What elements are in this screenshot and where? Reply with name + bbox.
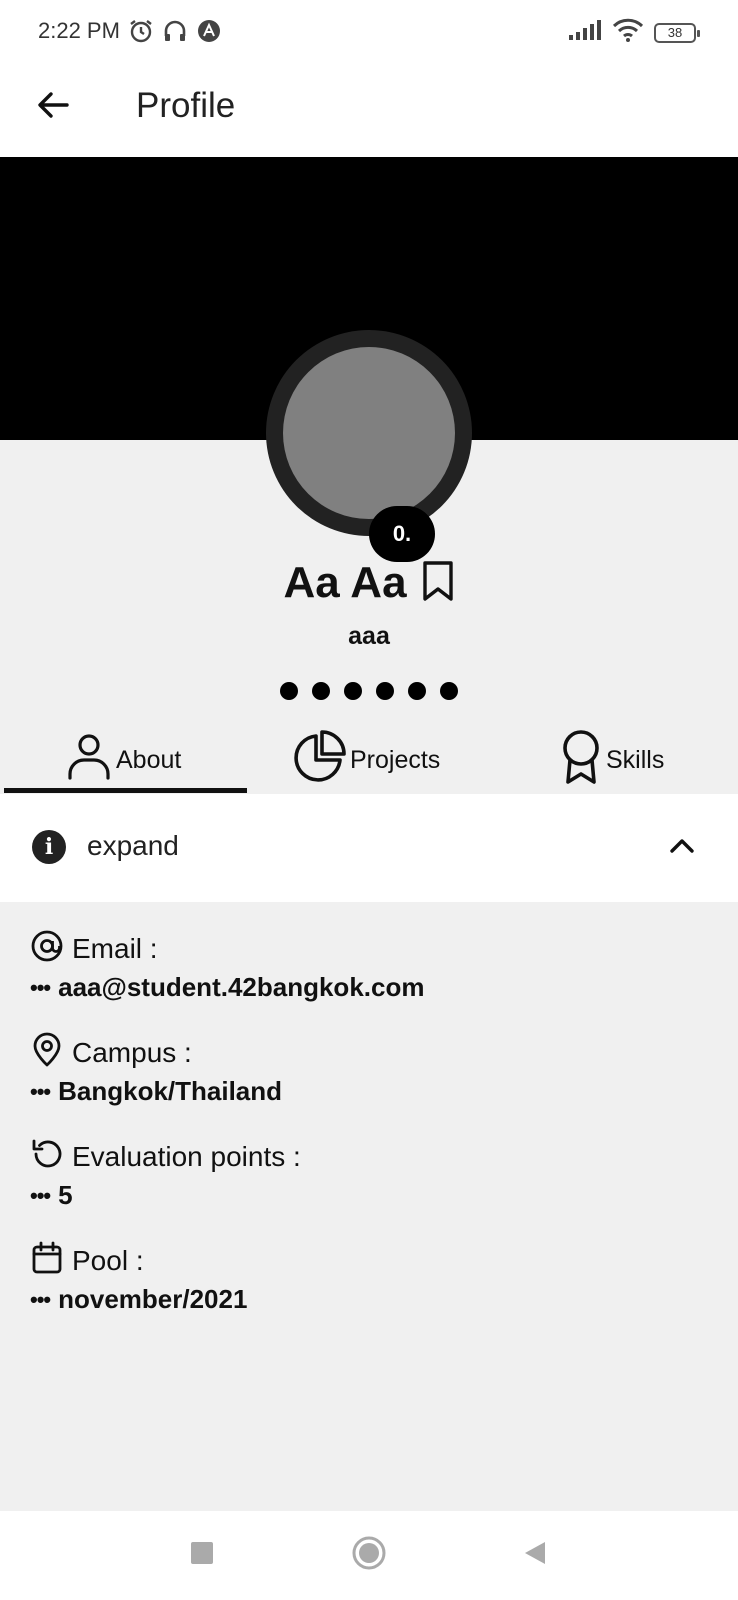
map-pin-icon bbox=[30, 1032, 64, 1075]
tab-about[interactable]: About bbox=[66, 726, 181, 794]
back-icon bbox=[521, 1539, 549, 1572]
dots-indicator bbox=[0, 682, 738, 700]
history-icon bbox=[30, 1137, 64, 1178]
detail-campus: Campus : ••• Bangkok/Thailand bbox=[30, 1032, 720, 1107]
detail-label: Pool : bbox=[72, 1245, 144, 1276]
ellipsis-icon: ••• bbox=[30, 974, 51, 1000]
detail-value: 5 bbox=[58, 1180, 73, 1210]
detail-label: Email : bbox=[72, 933, 158, 964]
recents-icon bbox=[189, 1540, 215, 1571]
tab-bar: About Projects Skills bbox=[0, 726, 738, 794]
level-badge: 0. bbox=[369, 506, 435, 562]
info-icon: i bbox=[32, 830, 66, 864]
status-time: 2:22 PM bbox=[38, 18, 120, 43]
chevron-up-icon[interactable] bbox=[668, 832, 696, 865]
system-nav-bar bbox=[0, 1511, 738, 1600]
home-icon bbox=[351, 1535, 387, 1576]
page-dot bbox=[312, 682, 330, 700]
bookmark-icon[interactable] bbox=[421, 560, 455, 607]
status-bar: 2:22 PM 38 bbox=[0, 0, 738, 64]
display-name: Aa Aa bbox=[283, 558, 407, 607]
home-button[interactable] bbox=[329, 1511, 409, 1600]
tab-skills-label: Skills bbox=[606, 745, 665, 774]
expand-bar[interactable]: i expand bbox=[0, 794, 738, 902]
page-dot bbox=[344, 682, 362, 700]
login-name: aaa bbox=[348, 622, 390, 650]
page-dot bbox=[440, 682, 458, 700]
avatar[interactable] bbox=[283, 347, 455, 519]
detail-email: Email : ••• aaa@student.42bangkok.com bbox=[30, 930, 720, 1003]
recents-button[interactable] bbox=[162, 1511, 242, 1600]
detail-label: Campus : bbox=[72, 1037, 192, 1068]
at-icon bbox=[30, 929, 64, 970]
wifi-icon bbox=[612, 18, 644, 47]
tab-about-label: About bbox=[116, 745, 182, 774]
tab-skills[interactable]: Skills bbox=[560, 726, 664, 794]
user-icon bbox=[66, 732, 112, 789]
award-icon bbox=[560, 728, 602, 793]
nav-back-button[interactable] bbox=[495, 1511, 575, 1600]
page-dot bbox=[376, 682, 394, 700]
page-dot bbox=[280, 682, 298, 700]
detail-label: Evaluation points : bbox=[72, 1141, 301, 1172]
detail-value: Bangkok/Thailand bbox=[58, 1076, 283, 1106]
calendar-icon bbox=[30, 1241, 64, 1282]
arrow-left-icon bbox=[35, 87, 71, 128]
app-bar: Profile bbox=[0, 64, 738, 157]
detail-value: aaa@student.42bangkok.com bbox=[58, 972, 425, 1002]
ellipsis-icon: ••• bbox=[30, 1078, 51, 1104]
tab-indicator bbox=[4, 788, 247, 793]
ellipsis-icon: ••• bbox=[30, 1182, 51, 1208]
pie-chart-icon bbox=[292, 729, 346, 791]
ellipsis-icon: ••• bbox=[30, 1286, 51, 1312]
avatar-ring bbox=[266, 330, 472, 536]
name-row: Aa Aa bbox=[0, 558, 738, 608]
detail-value: november/2021 bbox=[58, 1284, 248, 1314]
page-title: Profile bbox=[136, 86, 236, 125]
battery-icon: 38 bbox=[654, 22, 700, 43]
page-dot bbox=[408, 682, 426, 700]
tab-projects[interactable]: Projects bbox=[292, 726, 440, 794]
signal-icon bbox=[568, 19, 602, 46]
alarm-icon bbox=[128, 18, 154, 49]
detail-pool: Pool : ••• november/2021 bbox=[30, 1241, 720, 1315]
expand-label: expand bbox=[87, 830, 179, 861]
status-icons-right: 38 bbox=[568, 18, 700, 47]
app-notification-icon bbox=[196, 18, 222, 49]
detail-evaluation-points: Evaluation points : ••• 5 bbox=[30, 1138, 720, 1211]
tab-projects-label: Projects bbox=[350, 745, 441, 774]
headset-icon bbox=[162, 18, 188, 49]
back-button[interactable] bbox=[30, 84, 76, 130]
status-icons-left bbox=[128, 18, 222, 49]
